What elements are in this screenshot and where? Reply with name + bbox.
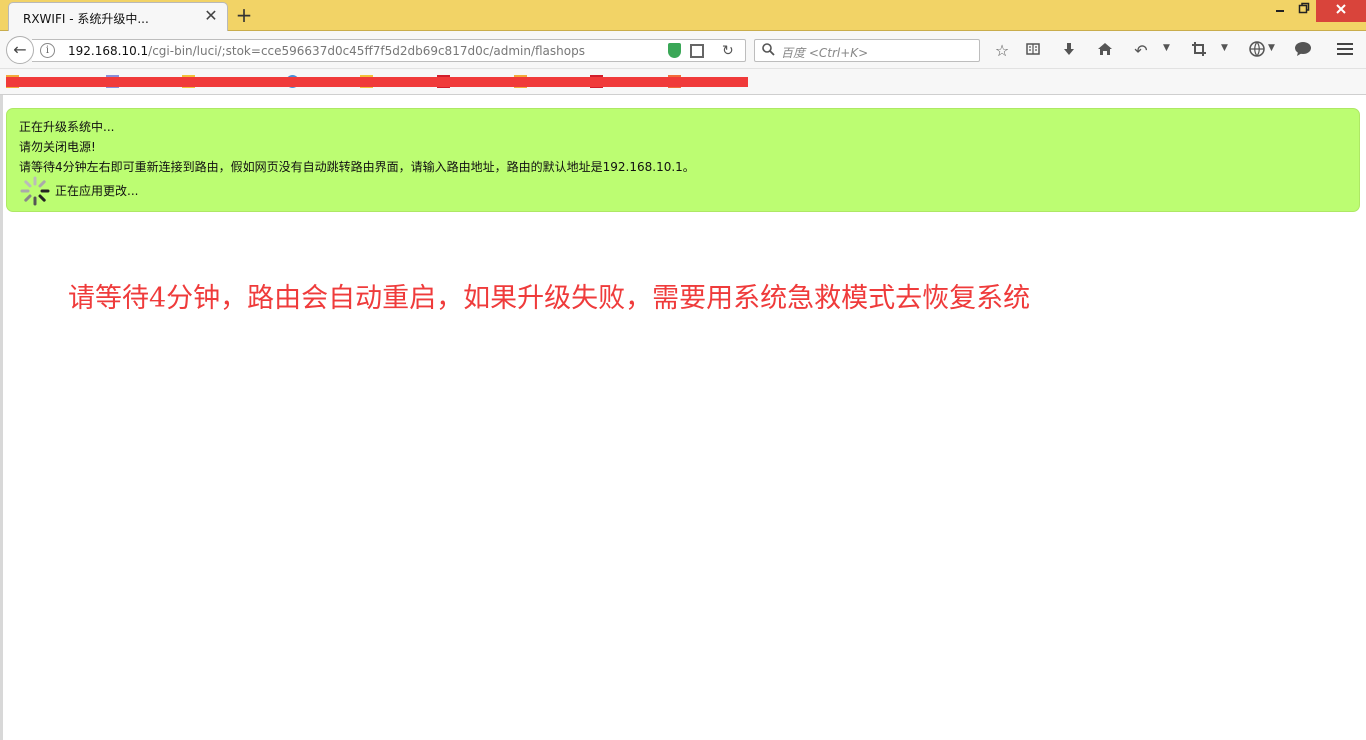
annotation-text: 请等待4分钟，路由会自动重启，如果升级失败，需要用系统急救模式去恢复系统 [68,283,1031,314]
reload-icon[interactable]: ↻ [722,43,734,59]
tab-active[interactable]: RXWIFI - 系统升级中... ✕ [8,2,228,31]
close-window-icon[interactable] [1316,0,1366,22]
reading-list-icon[interactable] [1023,41,1043,61]
crop-dropdown-icon[interactable]: ▼ [1221,43,1228,53]
download-icon[interactable] [1059,41,1079,61]
menu-icon[interactable] [1335,41,1355,61]
bookmark-star-icon[interactable]: ☆ [992,41,1012,61]
info-icon[interactable]: i [40,43,55,58]
url-bar[interactable]: i 192.168.10.1/cgi-bin/luci/;stok=cce596… [32,39,746,62]
redaction-bar [6,77,748,87]
notice-line-instructions: 请等待4分钟左右即可重新连接到路由，假如网页没有自动跳转路由界面，请输入路由地址… [19,160,695,174]
url-host: 192.168.10.1 [68,44,149,58]
search-icon [762,43,775,60]
undo-icon[interactable]: ↶ [1131,41,1151,61]
search-bar[interactable]: 百度 <Ctrl+K> [754,39,980,62]
applying-status: 正在应用更改... [55,184,139,198]
url-path: /cgi-bin/luci/;stok=cce596637d0c45ff7f5d… [148,44,585,58]
restore-icon[interactable] [1290,0,1318,22]
page-edge [0,95,3,740]
extension-dropdown-icon[interactable]: ▼ [1268,43,1275,53]
new-tab-icon[interactable]: + [234,5,254,25]
upgrade-notice: 正在升级系统中... 请勿关闭电源! 请等待4分钟左右即可重新连接到路由，假如网… [6,108,1360,212]
tab-strip: RXWIFI - 系统升级中... ✕ + [0,0,1366,31]
search-placeholder: 百度 <Ctrl+K> [781,46,869,60]
qr-code-icon[interactable] [690,44,704,58]
home-icon[interactable] [1095,41,1115,61]
tab-title: RXWIFI - 系统升级中... [23,12,149,26]
close-tab-icon[interactable]: ✕ [203,8,219,24]
url-text[interactable]: 192.168.10.1/cgi-bin/luci/;stok=cce59663… [68,44,585,58]
back-icon[interactable]: ← [6,36,34,64]
loading-spinner-icon [20,176,50,206]
extension-icon[interactable] [1247,41,1267,61]
notice-line-power-warning: 请勿关闭电源! [19,140,96,154]
nav-bar: i 192.168.10.1/cgi-bin/luci/;stok=cce596… [0,31,1366,69]
shield-icon[interactable] [668,43,681,58]
chat-icon[interactable] [1293,41,1313,61]
bookmarks-bar [0,69,1366,95]
crop-icon[interactable] [1189,41,1209,61]
notice-line-upgrading: 正在升级系统中... [19,120,115,134]
undo-dropdown-icon[interactable]: ▼ [1163,43,1170,53]
